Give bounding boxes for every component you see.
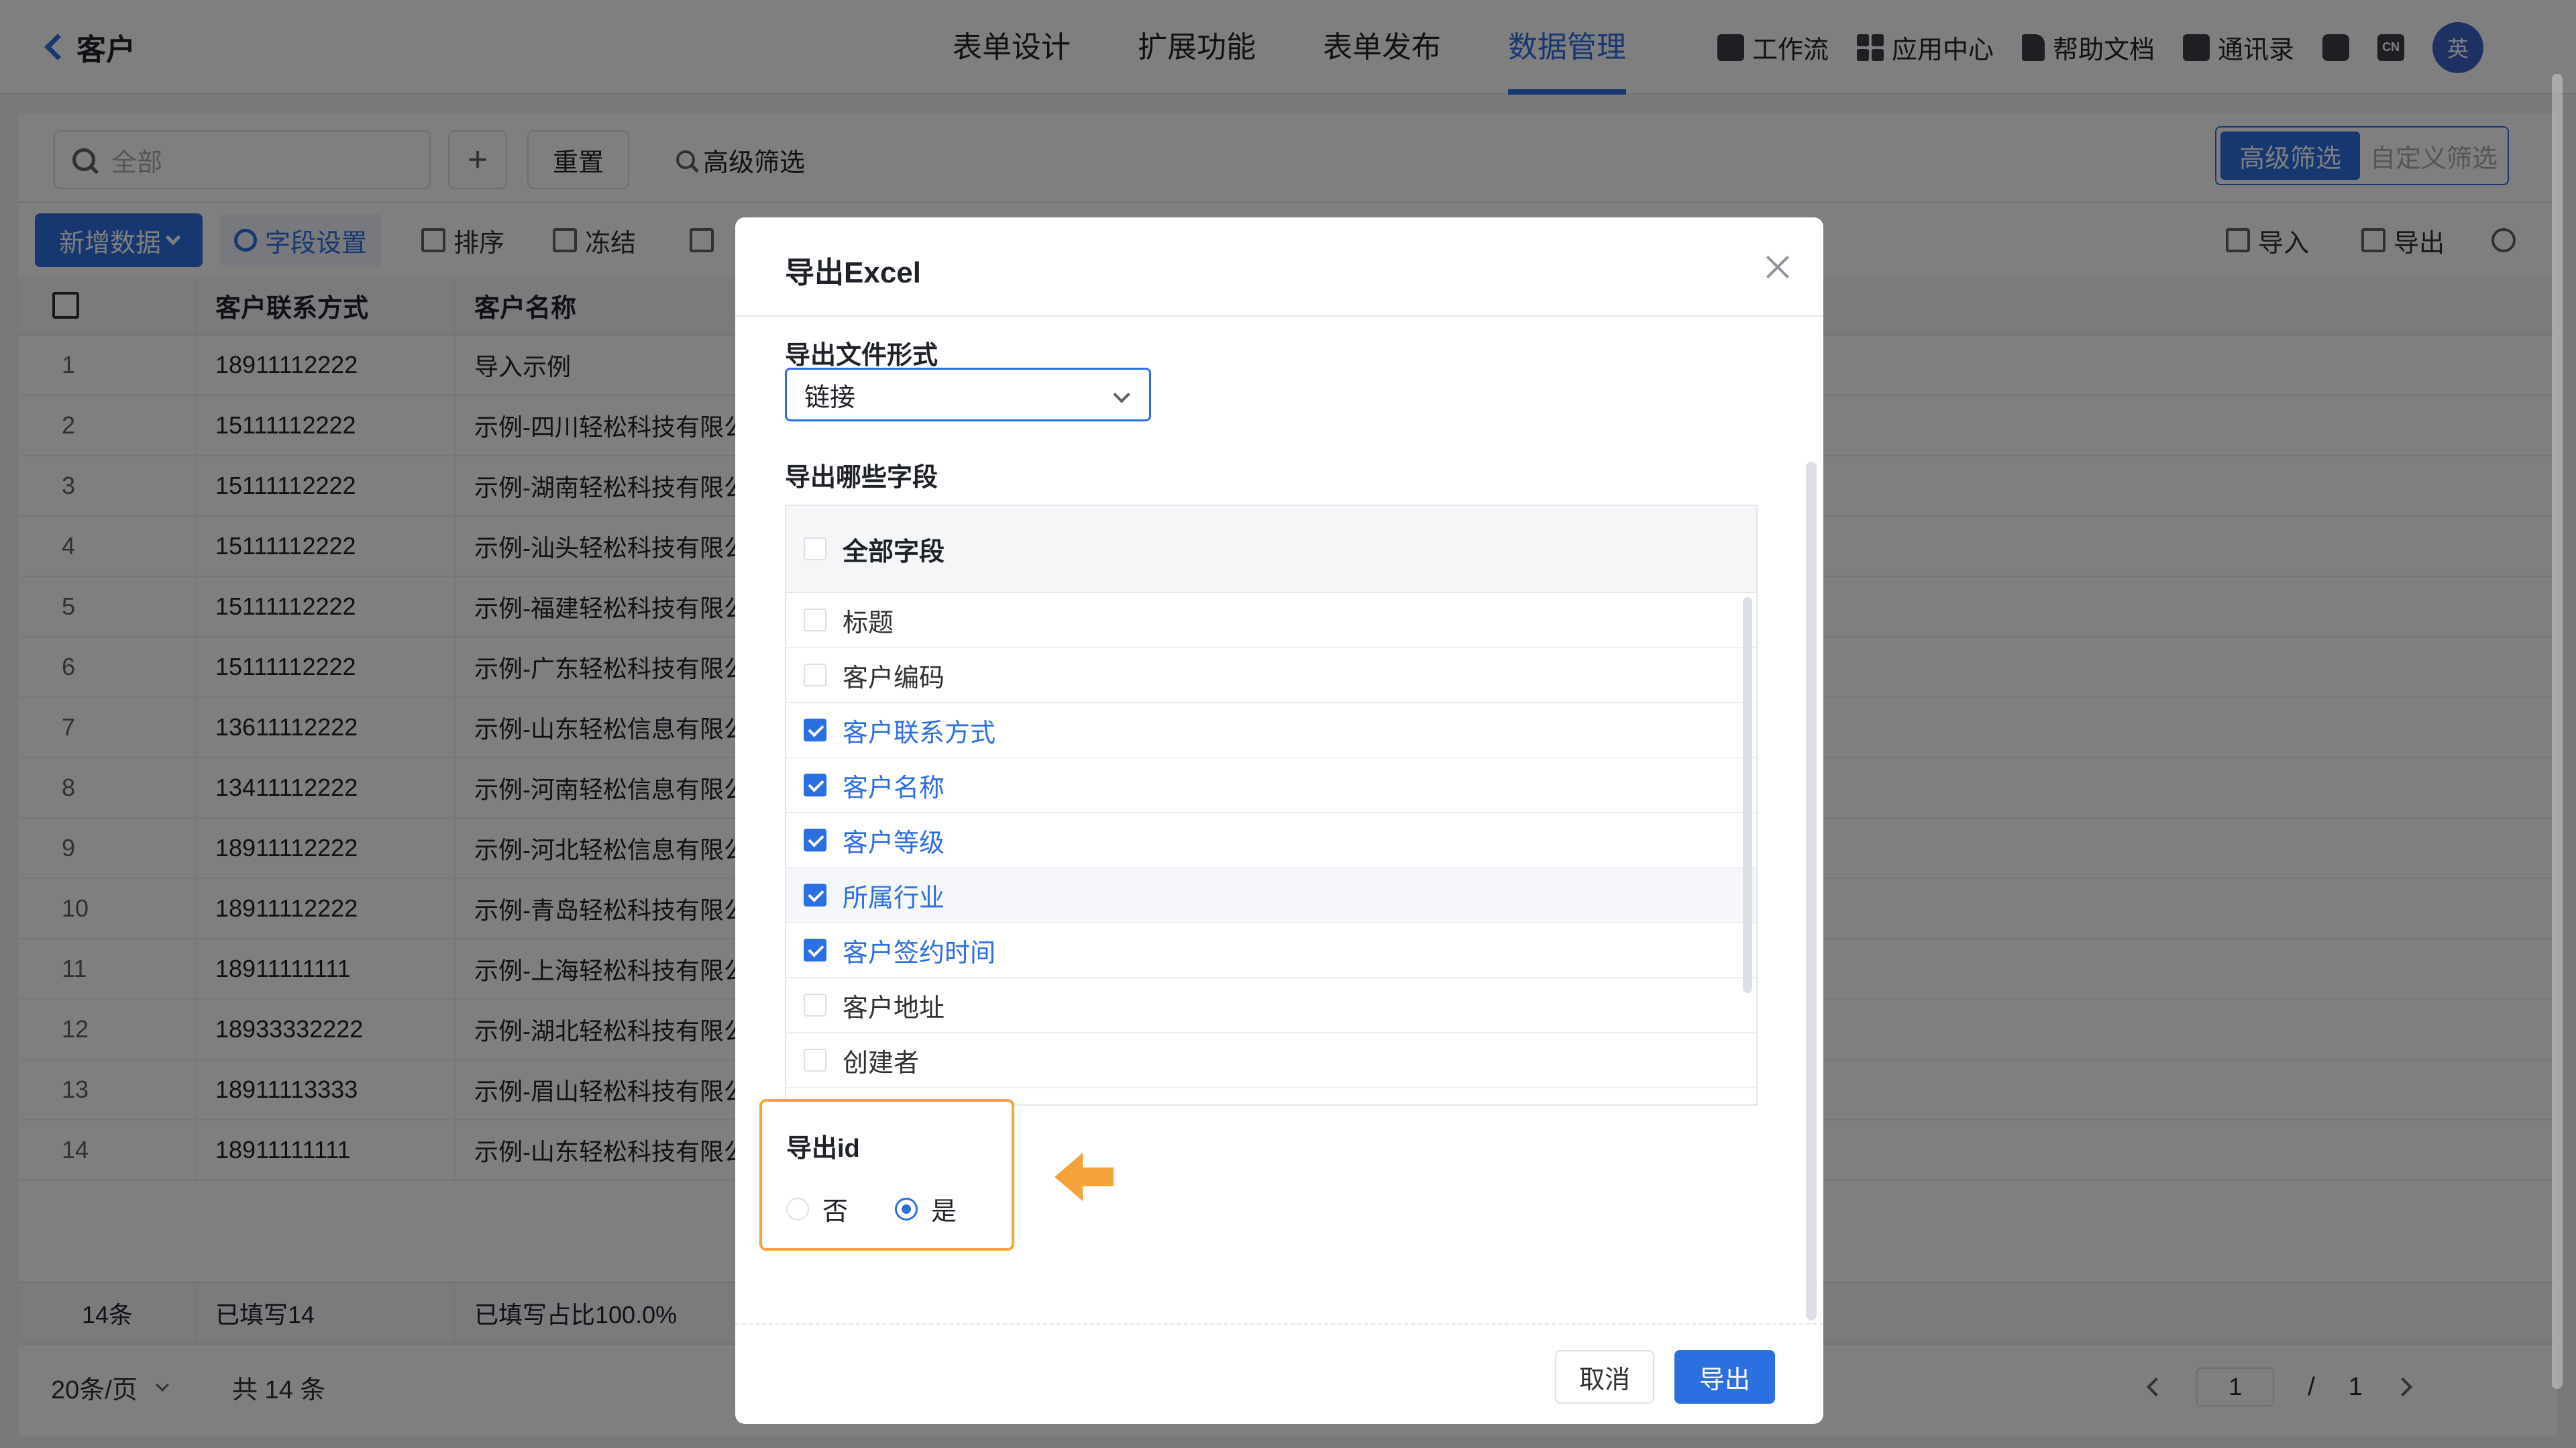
field-checkbox[interactable] bbox=[804, 939, 826, 962]
file-format-select[interactable]: 链接 bbox=[785, 368, 1151, 421]
field-option[interactable]: 客户等级 bbox=[786, 813, 1756, 868]
arrow-left-icon bbox=[1055, 1153, 1114, 1201]
field-option-label: 创建者 bbox=[843, 1049, 920, 1078]
field-checkbox[interactable] bbox=[804, 1049, 826, 1072]
radio-no[interactable] bbox=[786, 1197, 809, 1221]
all-fields-option[interactable]: 全部字段 bbox=[786, 506, 1756, 593]
field-option[interactable]: 创建者 bbox=[786, 1033, 1756, 1088]
export-id-label: 导出id bbox=[786, 1135, 860, 1163]
dialog-scrollbar[interactable] bbox=[1806, 462, 1817, 1321]
field-option-label: 客户名称 bbox=[843, 774, 945, 803]
export-confirm-button[interactable]: 导出 bbox=[1674, 1350, 1775, 1404]
field-items: 标题客户编码客户联系方式 客户名称客户等级所属行业客户签约时间 客户地址创建者 bbox=[786, 593, 1756, 1088]
field-option-label: 客户等级 bbox=[843, 829, 945, 858]
field-option-label: 客户联系方式 bbox=[843, 719, 996, 747]
radio-yes[interactable] bbox=[895, 1197, 918, 1221]
field-option-label: 客户地址 bbox=[843, 994, 945, 1023]
all-fields-checkbox[interactable] bbox=[804, 537, 826, 560]
field-checkbox[interactable] bbox=[804, 829, 826, 851]
field-option[interactable]: 客户名称 bbox=[786, 758, 1756, 813]
field-checkbox[interactable] bbox=[804, 884, 826, 907]
export-excel-dialog: 导出Excel 导出文件形式 链接 导出哪些字段 全部字段 标题客户编码客户联系… bbox=[735, 217, 1823, 1424]
field-checkbox[interactable] bbox=[804, 609, 826, 631]
dialog-footer: 取消 导出 bbox=[735, 1323, 1823, 1424]
page-scrollbar[interactable] bbox=[2552, 74, 2563, 1389]
field-option[interactable]: 客户签约时间 bbox=[786, 923, 1756, 978]
field-option[interactable]: 所属行业 bbox=[786, 868, 1756, 923]
field-option[interactable]: 标题 bbox=[786, 593, 1756, 648]
export-id-radio-group: 否 是 bbox=[786, 1190, 957, 1227]
export-id-yes[interactable]: 是 bbox=[895, 1190, 957, 1227]
field-list-scrollbar[interactable] bbox=[1743, 597, 1752, 993]
cancel-button[interactable]: 取消 bbox=[1555, 1350, 1654, 1404]
chevron-down-icon bbox=[1113, 386, 1130, 403]
field-checkbox[interactable] bbox=[804, 994, 826, 1017]
field-checkbox[interactable] bbox=[804, 774, 826, 796]
dialog-title: 导出Excel bbox=[785, 256, 921, 289]
field-option-label: 客户签约时间 bbox=[843, 939, 996, 968]
field-checkbox[interactable] bbox=[804, 719, 826, 741]
export-id-no[interactable]: 否 bbox=[786, 1190, 848, 1227]
fields-label: 导出哪些字段 bbox=[785, 464, 938, 492]
field-list: 全部字段 标题客户编码客户联系方式 客户名称客户等级所属行业客户签约时间 客户地址创… bbox=[785, 505, 1758, 1106]
dialog-header: 导出Excel bbox=[735, 217, 1823, 317]
field-option-label: 客户编码 bbox=[843, 664, 945, 692]
field-option[interactable]: 客户编码 bbox=[786, 648, 1756, 703]
field-option-label: 标题 bbox=[843, 609, 894, 637]
export-id-section: 导出id 否 是 bbox=[759, 1099, 1014, 1251]
field-option-label: 所属行业 bbox=[843, 884, 945, 913]
field-option[interactable]: 客户地址 bbox=[786, 978, 1756, 1033]
field-option[interactable]: 客户联系方式 bbox=[786, 703, 1756, 758]
field-checkbox[interactable] bbox=[804, 664, 826, 686]
file-format-label: 导出文件形式 bbox=[785, 342, 938, 370]
close-icon[interactable] bbox=[1766, 255, 1790, 279]
